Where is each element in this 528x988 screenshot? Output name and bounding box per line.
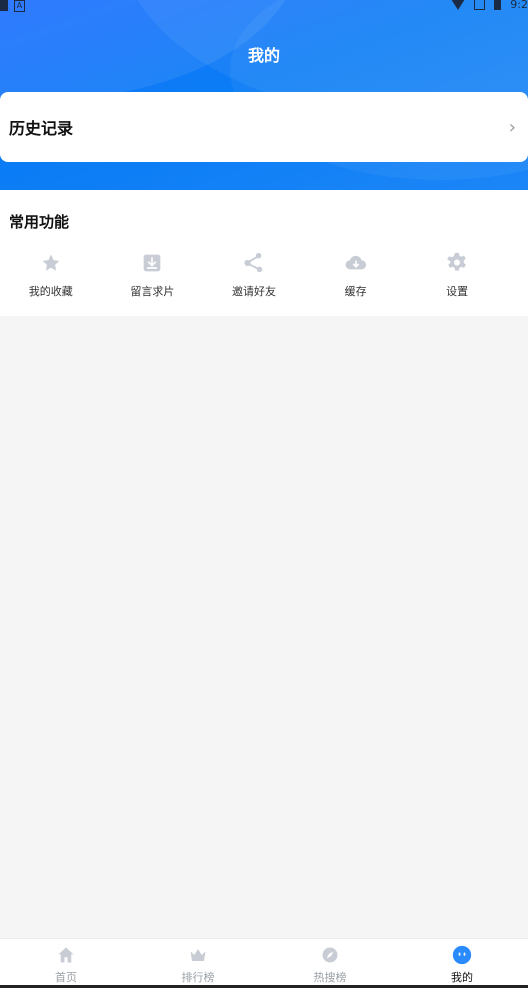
battery-icon	[494, 0, 502, 10]
status-time: 9:2	[510, 0, 528, 11]
gear-icon	[446, 252, 468, 274]
page-title: 我的	[247, 46, 280, 65]
common-functions-section: 常用功能 我的收藏 留言求片 邀请好友 缓存 设置	[0, 190, 528, 316]
feature-label: 缓存	[344, 285, 367, 298]
notification-icon	[0, 0, 8, 11]
feature-favorites[interactable]: 我的收藏	[0, 252, 102, 299]
feature-label: 设置	[446, 285, 469, 298]
section-title: 常用功能	[9, 213, 70, 231]
signal-icon	[474, 0, 486, 10]
feature-label: 邀请好友	[231, 285, 276, 298]
tab-label: 首页	[55, 971, 77, 984]
tab-home[interactable]: 首页	[0, 939, 132, 988]
tab-mine[interactable]: 我的	[396, 939, 528, 988]
star-icon	[40, 252, 62, 274]
tab-label: 排行榜	[181, 971, 215, 984]
bottom-tab-bar: 首页 排行榜 热搜榜 我的	[0, 938, 528, 988]
tab-ranking[interactable]: 排行榜	[132, 939, 264, 988]
share-icon	[243, 252, 265, 274]
wifi-icon	[451, 0, 466, 10]
crown-icon	[188, 945, 208, 965]
history-label: 历史记录	[9, 119, 74, 138]
face-icon	[452, 945, 472, 965]
status-bar: A 9:2	[0, 0, 528, 14]
cloud-download-icon	[345, 252, 367, 274]
tab-label: 热搜榜	[313, 971, 347, 984]
feature-settings[interactable]: 设置	[406, 252, 508, 299]
feature-label: 留言求片	[130, 285, 175, 298]
feature-label: 我的收藏	[28, 285, 73, 298]
app-notification-icon: A	[14, 0, 25, 12]
feature-invite[interactable]: 邀请好友	[203, 252, 305, 299]
tab-hot-search[interactable]: 热搜榜	[264, 939, 396, 988]
history-row[interactable]: 历史记录 ›	[0, 92, 528, 162]
home-icon	[56, 945, 76, 965]
compass-icon	[320, 945, 340, 965]
feature-cache[interactable]: 缓存	[305, 252, 407, 299]
tab-label: 我的	[451, 971, 473, 984]
feature-request[interactable]: 留言求片	[102, 252, 204, 299]
download-box-icon	[141, 252, 163, 274]
chevron-right-icon: ›	[508, 116, 516, 138]
